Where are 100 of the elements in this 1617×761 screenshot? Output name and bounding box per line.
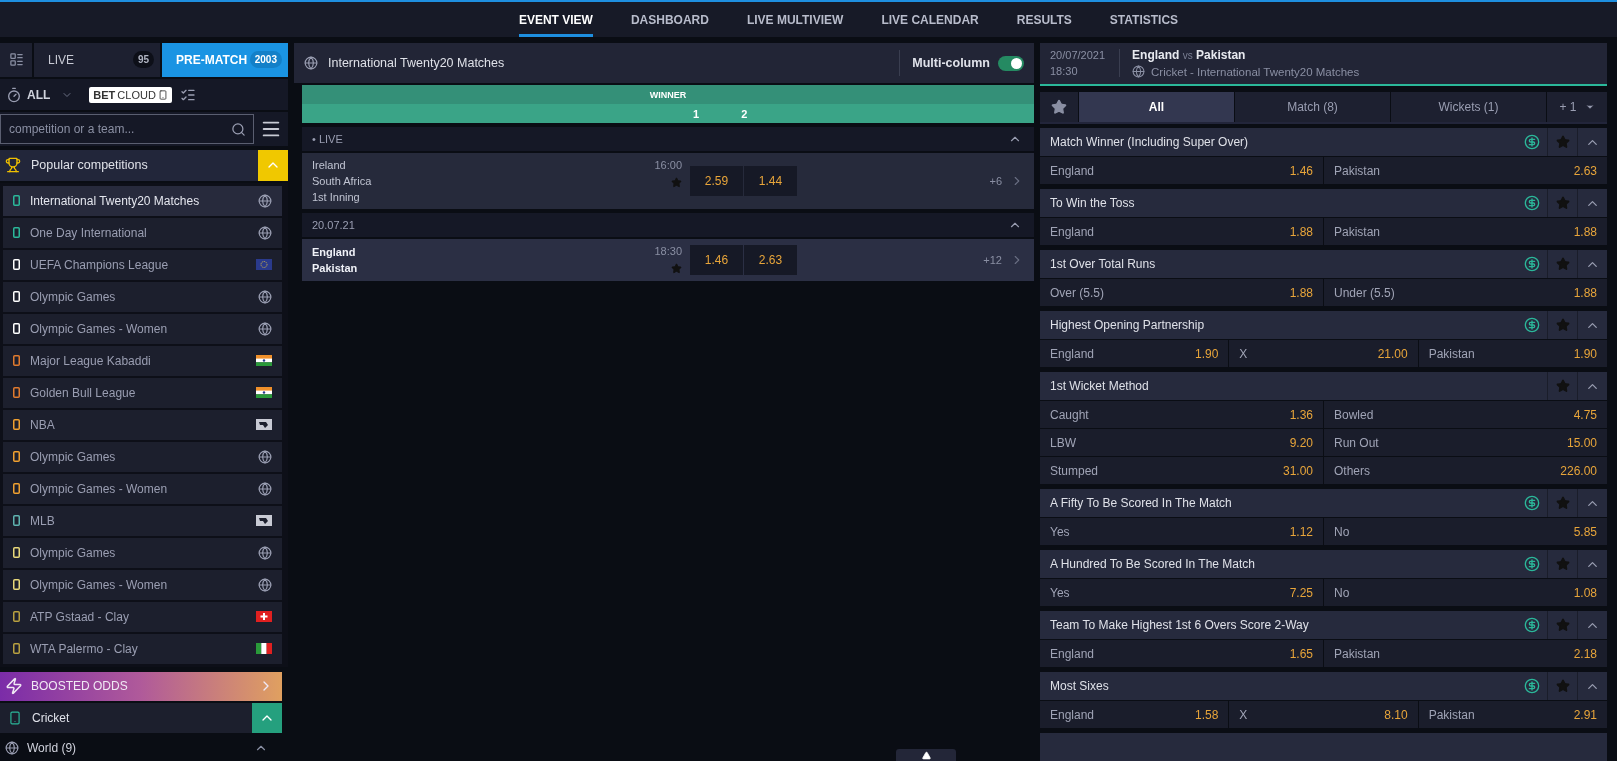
match-time: 16:00 [654,159,682,171]
competition-item[interactable]: International Twenty20 Matches [3,185,282,216]
event-row[interactable]: Ireland South Africa 1st Inning 16:00 2.59 1.44 +6 [302,153,1034,209]
market-title: Match Winner (Including Super Over) [1050,135,1250,149]
team-name: Ireland [312,159,347,171]
competition-item[interactable]: Olympic Games - Women [3,473,282,504]
competition-item[interactable]: MLB [3,505,282,536]
event-row[interactable]: England Pakistan 18:30 1.46 2.63 +12 [302,239,1034,281]
odds-button[interactable]: 2.63 [744,245,797,275]
search-icon[interactable] [231,122,246,138]
outcome-button[interactable]: X 8.10 [1229,701,1418,728]
odds-button[interactable]: 2.59 [690,166,743,196]
competition-name: One Day International [30,225,148,240]
market-header[interactable]: 1st Over Total Runs [1040,250,1607,278]
market-title: Most Sixes [1050,679,1110,693]
competition-item[interactable]: Olympic Games [3,281,282,312]
market-header[interactable]: Team To Make Highest 1st 6 Overs Score 2-Way [1040,611,1607,639]
nav-tab[interactable]: STATISTICS [1109,2,1179,37]
outcome-button[interactable]: England 1.58 [1040,701,1229,728]
more-tabs-dropdown[interactable]: + 1 [1547,91,1607,122]
market-header[interactable]: A Hundred To Be Scored In The Match [1040,550,1607,578]
market-title: To Win the Toss [1050,196,1136,210]
more-markets-count: +12 [983,254,1002,266]
outcome-button[interactable]: England 1.65 [1040,640,1323,667]
event-teams: England vs Pakistan [1132,48,1247,63]
outcome-button[interactable]: Bowled 4.75 [1324,401,1607,428]
team-name: Pakistan [312,262,359,274]
mode-tab[interactable]: LIVE 95 [34,43,160,77]
star-icon [1051,98,1067,115]
outcome-button[interactable]: England 1.46 [1040,157,1323,184]
competition-item[interactable]: Golden Bull League [3,377,282,408]
market-header[interactable]: 1st Wicket Method [1040,372,1607,400]
competition-item[interactable]: Olympic Games [3,537,282,568]
list-view-button[interactable] [0,43,32,77]
competition-item[interactable]: ATP Gstaad - Clay [3,601,282,632]
group-title: 20.07.21 [312,219,355,231]
nav-tab[interactable]: DASHBOARD [630,2,709,37]
flag-icon [256,259,272,271]
outcome-button[interactable]: Caught 1.36 [1040,401,1323,428]
star-icon[interactable] [671,177,682,188]
outcome-button[interactable]: Pakistan 2.18 [1324,640,1607,667]
multi-column-toggle[interactable]: Multi-column [899,50,1024,76]
market-header[interactable]: Highest Opening Partnership [1040,311,1607,339]
nav-tab[interactable]: EVENT VIEW [518,2,593,37]
team-name: South Africa [312,175,373,187]
market-tab[interactable]: All [1079,91,1234,122]
team-name: England [312,246,357,258]
market-title: WINNER [302,85,1034,104]
outcome-button[interactable]: Over (5.5) 1.88 [1040,279,1323,306]
competition-item[interactable]: Olympic Games [3,441,282,472]
tab-label: LIVE [48,52,74,67]
search-field[interactable]: competition or a team... [0,114,254,145]
outcome-button[interactable]: No 5.85 [1324,518,1607,545]
market-header[interactable] [1040,733,1607,761]
competition-item[interactable]: Major League Kabaddi [3,345,282,376]
nav-tab[interactable]: RESULTS [1016,2,1072,37]
market-header[interactable]: Match Winner (Including Super Over) [1040,128,1607,156]
odds-button[interactable]: 1.44 [744,166,797,196]
outcome-button[interactable]: England 1.90 [1040,340,1229,367]
globe-icon [1132,65,1146,79]
outcome-button[interactable]: Run Out 15.00 [1324,429,1607,456]
competition-item[interactable]: Olympic Games - Women [3,313,282,344]
market-tab[interactable]: Match (8) [1235,91,1390,122]
competition-item[interactable]: NBA [3,409,282,440]
outcome-button[interactable]: Stumped 31.00 [1040,457,1323,484]
outcome-button[interactable]: Pakistan 1.90 [1418,340,1607,367]
flag-icon [256,643,272,655]
odds-button[interactable]: 1.46 [690,245,743,275]
outcome-button[interactable]: England 1.88 [1040,218,1323,245]
outcome-button[interactable]: No 1.08 [1324,579,1607,606]
outcome-button[interactable]: Pakistan 2.91 [1418,701,1607,728]
outcome-button[interactable]: Yes 7.25 [1040,579,1323,606]
outcome-button[interactable]: Yes 1.12 [1040,518,1323,545]
all-filter-dropdown[interactable]: ALL [6,86,74,103]
favorites-tab[interactable] [1040,91,1078,122]
competition-item[interactable]: UEFA Champions League [3,249,282,280]
competition-item[interactable]: One Day International [3,217,282,248]
outcome-button[interactable]: LBW 9.20 [1040,429,1323,456]
scroll-top-button[interactable] [896,749,956,761]
competition-item[interactable]: Olympic Games - Women [3,569,282,600]
outcome-button[interactable]: Others 226.00 [1324,457,1607,484]
nav-tab[interactable]: LIVE CALENDAR [881,2,979,37]
nav-tab[interactable]: LIVE MULTIVIEW [746,2,844,37]
outcome-button[interactable]: Under (5.5) 1.88 [1324,279,1607,306]
tab-label: PRE-MATCH [176,52,248,67]
outcome-button[interactable]: Pakistan 1.88 [1324,218,1607,245]
market-header[interactable]: Most Sixes [1040,672,1607,700]
market-header[interactable]: A Fifty To Be Scored In The Match [1040,489,1607,517]
outcome-button[interactable]: X 21.00 [1229,340,1418,367]
market-title: 1st Over Total Runs [1050,257,1157,271]
banner-title: BOOSTED ODDS [31,679,129,694]
competition-item[interactable]: WTA Palermo - Clay [3,633,282,664]
market-header[interactable]: To Win the Toss [1040,189,1607,217]
collapse-button[interactable] [252,702,282,734]
boosted-odds-banner[interactable]: BOOSTED ODDS [0,671,282,701]
star-icon[interactable] [671,263,682,274]
outcome-button[interactable]: Pakistan 2.63 [1324,157,1607,184]
market-tab[interactable]: Wickets (1) [1391,91,1546,122]
mode-tab[interactable]: PRE-MATCH 2003 [162,43,288,77]
betcloud-logo[interactable]: BET CLOUD [89,86,172,103]
